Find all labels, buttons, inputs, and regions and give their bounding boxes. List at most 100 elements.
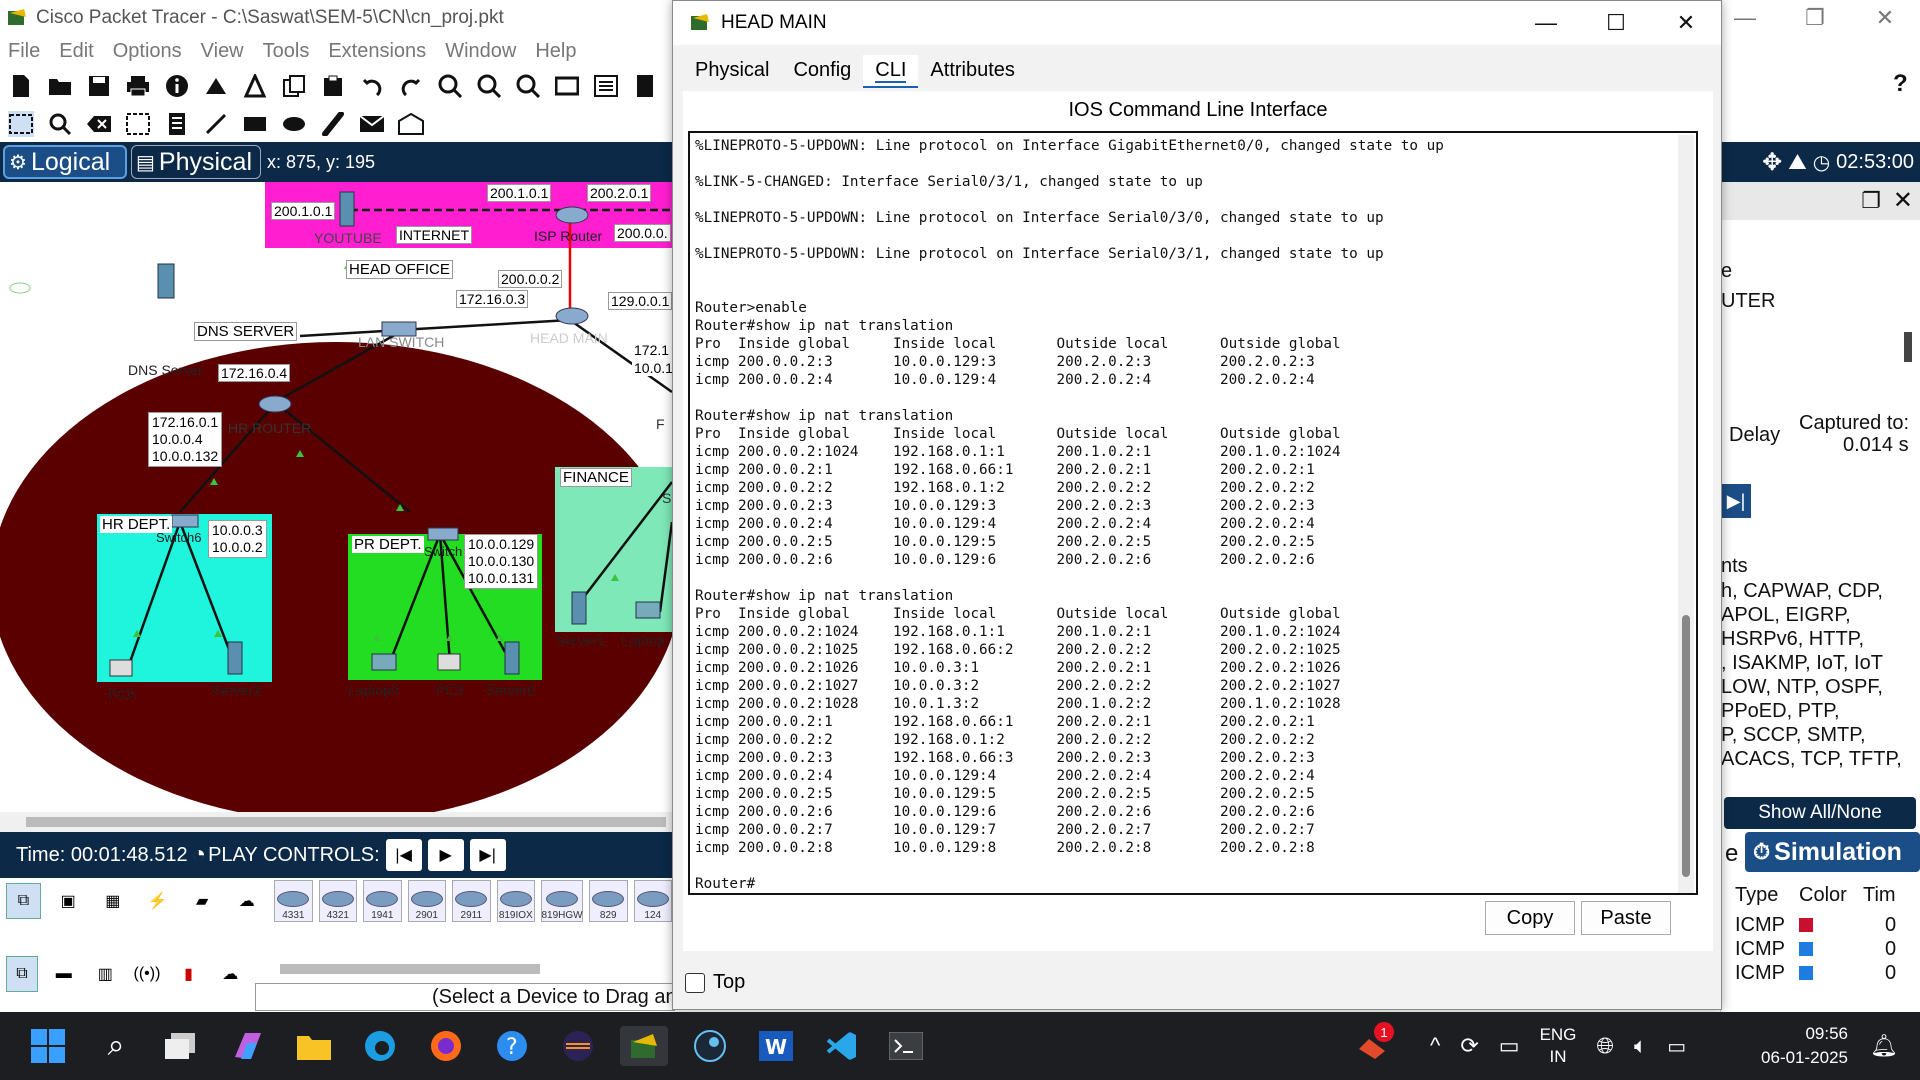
tab-config[interactable]: Config [781,55,863,88]
save-icon[interactable] [86,73,112,99]
battery-icon[interactable]: ▭ [1667,1034,1686,1059]
firefox-icon[interactable] [426,1026,466,1066]
undo-icon[interactable] [359,73,385,99]
resize-icon[interactable] [125,111,151,137]
router-1941[interactable]: 1941 [363,880,402,922]
dialog-minimize-icon[interactable]: — [1511,1,1581,45]
components-category-icon[interactable]: ▦ [95,883,130,919]
notes-icon[interactable] [632,73,658,99]
head-main-router-icon[interactable] [555,307,589,325]
play-button[interactable]: ▶ [427,839,464,871]
keyboard-layout-icon[interactable]: ▭ [1499,1033,1520,1059]
top-checkbox-box[interactable] [685,972,705,993]
device-list-scrollbar[interactable] [280,964,540,974]
edge-icon[interactable] [360,1026,400,1066]
notification-app-icon[interactable]: 1 [1352,1022,1394,1066]
draw-rectangle-icon[interactable] [242,111,268,137]
wan-emulation-subcategory-icon[interactable]: ☁ [214,956,246,992]
network-wizard-icon[interactable] [203,73,229,99]
security-subcategory-icon[interactable]: ▮ [173,956,205,992]
freeform-icon[interactable] [320,111,346,137]
router-819hgw[interactable]: 819HGW [541,880,584,922]
add-complex-pdu-icon[interactable] [398,111,424,137]
cli-scrollbar[interactable] [1678,135,1694,893]
youtube-server-icon[interactable] [339,191,355,227]
language-indicator[interactable]: ENG IN [1540,1024,1577,1068]
router-2911[interactable]: 2911 [452,880,491,922]
file-explorer-icon[interactable] [294,1026,334,1066]
hr-router-icon[interactable] [258,395,292,413]
finance-laptop-icon[interactable] [635,601,661,619]
workspace-scrollbar[interactable] [0,812,672,832]
pc3-icon[interactable] [437,653,461,671]
forward-button[interactable]: ▶| [469,839,506,871]
tray-overflow-icon[interactable]: ^ [1430,1033,1440,1059]
menu-options[interactable]: Options [113,40,182,63]
switch6-icon[interactable] [171,514,199,528]
copy-icon[interactable] [281,73,307,99]
volume-icon[interactable]: 🔈︎ [1634,1033,1647,1059]
navigation-icon[interactable]: ✥ [1762,148,1782,177]
menu-tools[interactable]: Tools [263,40,310,63]
clock-area[interactable]: 09:56 06-01-2025 [1752,1012,1848,1080]
router-829[interactable]: 829 [589,880,628,922]
connections-category-icon[interactable]: ⚡ [140,883,175,919]
draw-ellipse-icon[interactable] [281,111,307,137]
close-icon[interactable]: ✕ [1850,0,1920,36]
reset-time-icon[interactable]: ◔ [192,841,207,869]
add-simple-pdu-icon[interactable] [359,111,385,137]
show-all-none-button[interactable]: Show All/None [1724,797,1916,829]
pc0-icon[interactable] [109,659,133,677]
wireless-subcategory-icon[interactable]: ((•)) [131,956,163,992]
tab-physical[interactable]: Physical [683,55,781,88]
top-checkbox[interactable]: Top [685,971,745,994]
select-icon[interactable] [8,111,34,137]
capture-forward-button[interactable]: ▶| [1721,484,1751,518]
inspect-icon[interactable] [47,111,73,137]
vscode-icon[interactable] [822,1026,862,1066]
place-note-icon[interactable] [164,111,190,137]
copilot-icon[interactable] [228,1026,268,1066]
menu-extensions[interactable]: Extensions [328,40,426,63]
zoom-in-icon[interactable] [437,73,463,99]
server0-icon[interactable] [504,641,520,675]
panel-scrollbar[interactable] [1904,332,1912,362]
menu-file[interactable]: File [8,40,40,63]
tab-cli[interactable]: CLI [863,55,919,88]
laptop0-icon[interactable] [371,653,397,671]
copy-button[interactable]: Copy [1485,901,1575,935]
print-icon[interactable] [125,73,151,99]
server1-icon[interactable] [571,591,587,625]
activity-wizard-icon[interactable] [242,73,268,99]
routers-subcategory-icon[interactable]: ⧉ [6,956,38,992]
start-icon[interactable] [28,1026,68,1066]
router-2901[interactable]: 2901 [407,880,447,922]
packet-tracer-taskbar-icon[interactable] [620,1026,668,1066]
menu-view[interactable]: View [201,40,244,63]
help-icon[interactable]: ? [1893,70,1908,98]
panel-close-icon[interactable]: ✕ [1893,186,1913,215]
switches-subcategory-icon[interactable]: ▬ [48,956,80,992]
workspace-scroll-thumb[interactable] [26,817,666,827]
redo-icon[interactable] [398,73,424,99]
misc-category-icon[interactable]: ▰ [185,883,220,919]
router-4331[interactable]: 4331 [274,880,313,922]
info-icon[interactable] [164,73,190,99]
menu-help[interactable]: Help [535,40,576,63]
router-819iox[interactable]: 819IOX [496,880,536,922]
paste-icon[interactable] [320,73,346,99]
menu-edit[interactable]: Edit [59,40,93,63]
sync-icon[interactable]: ⟳ [1460,1033,1478,1059]
router-4321[interactable]: 4321 [318,880,358,922]
dns-server-icon[interactable] [157,263,175,299]
draw-line-icon[interactable] [203,111,229,137]
simulation-mode-button[interactable]: ⏱ Simulation [1745,832,1920,872]
router-124[interactable]: 124 [633,880,672,922]
pr-switch-icon[interactable] [427,527,459,541]
paste-button[interactable]: Paste [1581,901,1671,935]
network-globe-icon[interactable]: 🌐︎ [1596,1033,1614,1059]
logical-workspace[interactable]: 200.1.0.1 200.2.0.1 200.1.0.1 YOUTUBE IN… [0,182,672,812]
menu-window[interactable]: Window [445,40,516,63]
notification-bell-icon[interactable]: 🔔︎ [1870,1012,1898,1080]
panel-float-icon[interactable]: ❐ [1861,188,1881,214]
